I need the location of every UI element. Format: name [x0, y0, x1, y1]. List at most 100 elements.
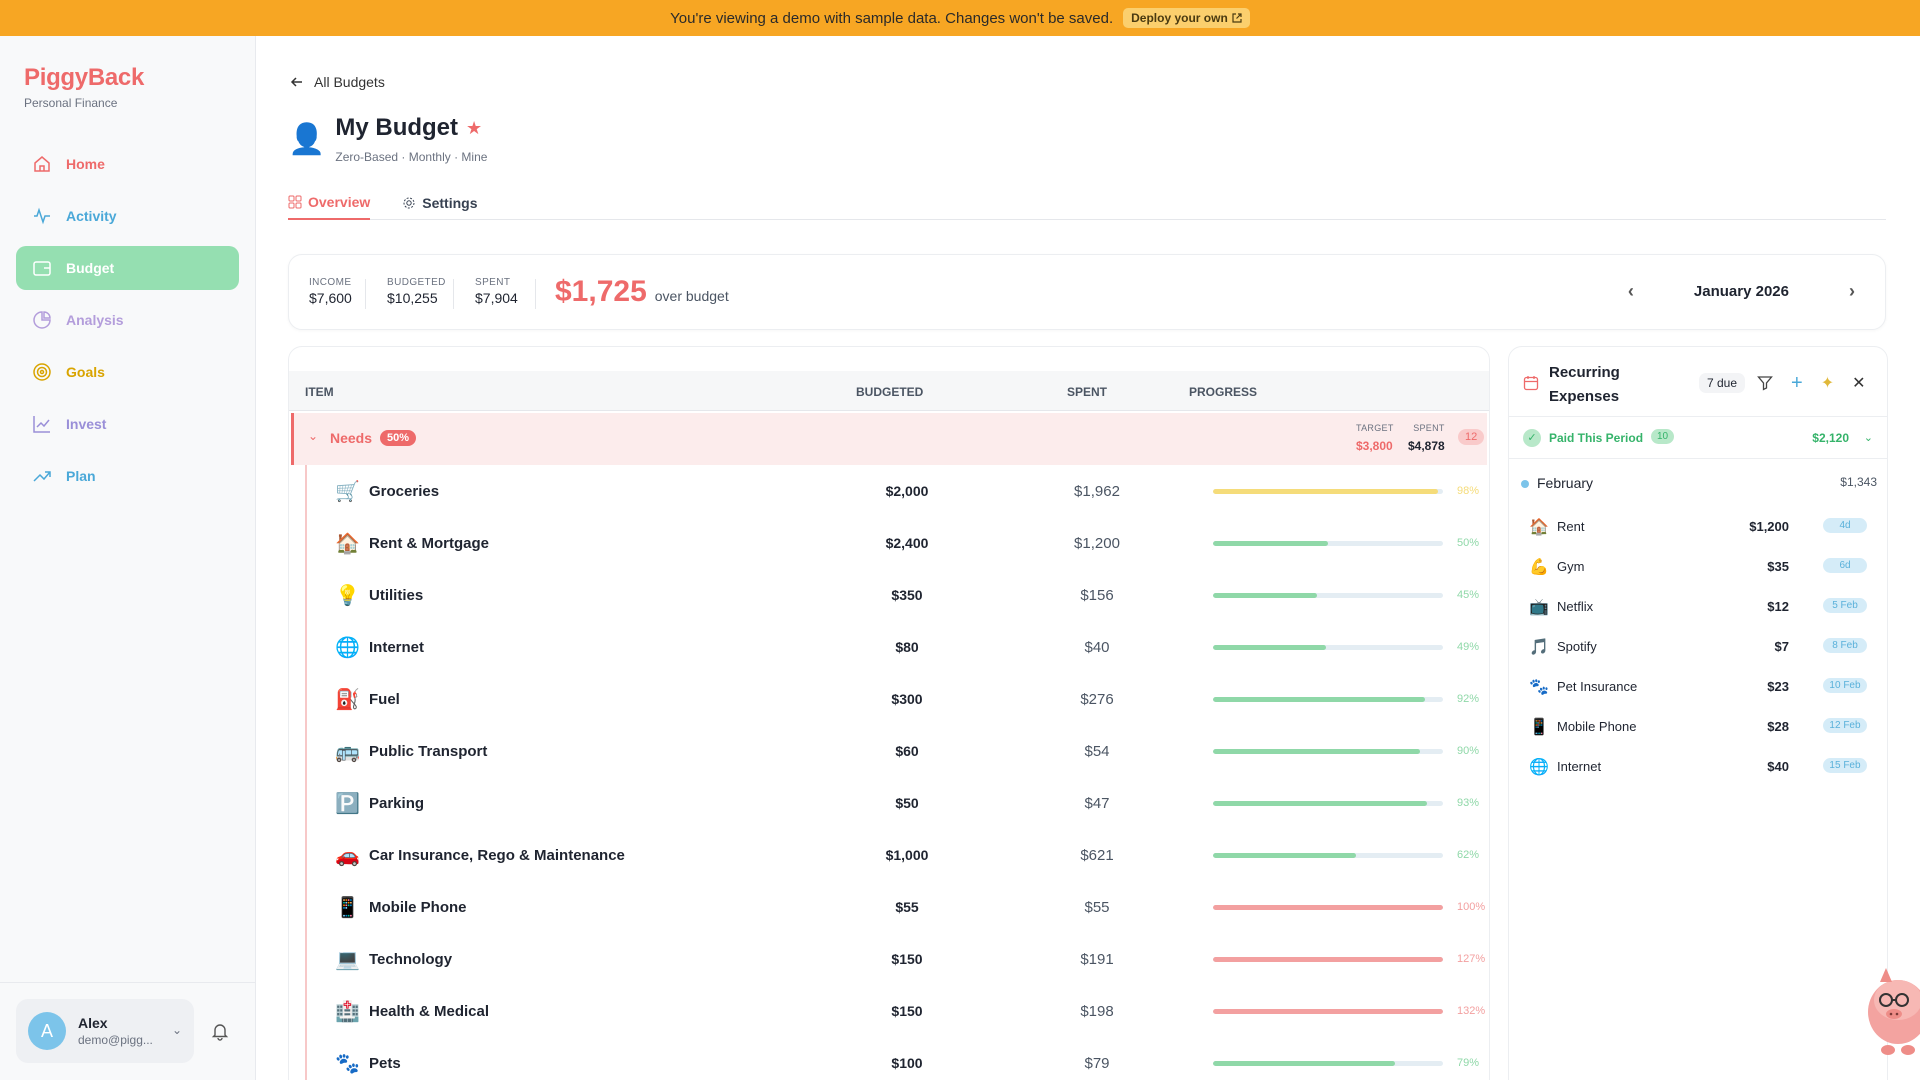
demo-banner-text: You're viewing a demo with sample data. …: [670, 9, 1114, 27]
month-group-total: $1,343: [1840, 475, 1877, 489]
recurring-item[interactable]: 📺 Netflix $12 5 Feb: [1529, 587, 1869, 627]
user-name: Alex: [78, 1015, 108, 1031]
table-row[interactable]: 🏥 Health & Medical $150 $198 132%: [307, 985, 1489, 1037]
table-row[interactable]: 🏠 Rent & Mortgage $2,400 $1,200 50%: [307, 517, 1489, 569]
sidebar-item-label: Goals: [66, 364, 105, 380]
budgeted-amount[interactable]: $50: [857, 795, 957, 811]
filter-icon[interactable]: [1757, 375, 1773, 391]
spent-amount: $55: [1084, 899, 1110, 916]
chevron-down-icon: ⌄: [1863, 432, 1873, 444]
recurring-item[interactable]: 💪 Gym $35 6d: [1529, 547, 1869, 587]
category-emoji-icon: 📱: [335, 897, 360, 919]
user-menu[interactable]: A Alex demo@pigg... ⌄: [16, 999, 194, 1063]
close-icon[interactable]: ✕: [1852, 373, 1865, 393]
budgeted-amount[interactable]: $2,400: [857, 535, 957, 551]
back-label: All Budgets: [314, 74, 385, 90]
sidebar-item-label: Invest: [66, 416, 107, 432]
chevron-down-icon: ⌄: [308, 429, 319, 443]
back-link[interactable]: All Budgets: [290, 74, 385, 90]
sidebar-item-plan[interactable]: Plan: [16, 454, 239, 498]
budgeted-label: BUDGETED: [387, 277, 446, 288]
sparkle-icon[interactable]: ✦: [1821, 373, 1834, 393]
chevron-left-icon[interactable]: ‹: [1628, 281, 1634, 302]
column-item: ITEM: [305, 385, 334, 399]
table-row[interactable]: ⛽ Fuel $300 $276 92%: [307, 673, 1489, 725]
deploy-button[interactable]: Deploy your own: [1123, 8, 1250, 28]
budgeted-amount[interactable]: $55: [857, 899, 957, 915]
budgeted-value: $10,255: [387, 290, 438, 306]
sidebar-item-label: Budget: [66, 260, 115, 276]
page-header: 👤 My Budget ★ Zero-Based · Monthly · Min…: [288, 114, 487, 164]
deploy-label: Deploy your own: [1131, 11, 1228, 25]
progress-percent: 50%: [1457, 537, 1480, 549]
column-budgeted: BUDGETED: [856, 385, 924, 399]
brand-name: PiggyBack: [24, 64, 145, 91]
recurring-emoji-icon: 🎵: [1529, 639, 1549, 656]
sidebar-item-home[interactable]: Home: [16, 142, 239, 186]
star-icon[interactable]: ★: [466, 118, 482, 139]
category-emoji-icon: 🐾: [335, 1053, 360, 1075]
recurring-item[interactable]: 🏠 Rent $1,200 4d: [1529, 507, 1869, 547]
month-dot: [1521, 480, 1529, 488]
spent-amount: $621: [1080, 847, 1114, 864]
sidebar-item-invest[interactable]: Invest: [16, 402, 239, 446]
group-spent-value: $4,878: [1408, 439, 1445, 453]
table-row[interactable]: 🌐 Internet $80 $40 49%: [307, 621, 1489, 673]
sidebar-item-budget[interactable]: Budget: [16, 246, 239, 290]
tab-overview-label: Overview: [308, 194, 371, 210]
spent-amount: $79: [1084, 1055, 1110, 1072]
budgeted-amount[interactable]: $350: [857, 587, 957, 603]
budgeted-amount[interactable]: $60: [857, 743, 957, 759]
budgeted-amount[interactable]: $150: [857, 1003, 957, 1019]
paid-this-period[interactable]: ✓ Paid This Period 10 $2,120 ⌄: [1509, 417, 1887, 459]
progress-percent: 62%: [1457, 849, 1480, 861]
tab-settings-label: Settings: [422, 195, 478, 211]
external-link-icon: [1232, 13, 1242, 23]
pig-mascot-icon[interactable]: [1858, 960, 1920, 1060]
recurring-emoji-icon: 🏠: [1529, 519, 1549, 536]
group-needs[interactable]: ⌄ Needs 50% TARGET $3,800 SPENT $4,878 1…: [291, 413, 1487, 465]
sidebar-item-activity[interactable]: Activity: [16, 194, 239, 238]
table-row[interactable]: 🛒 Groceries $2,000 $1,962 98%: [307, 465, 1489, 517]
recurring-item[interactable]: 🐾 Pet Insurance $23 10 Feb: [1529, 667, 1869, 707]
bell-icon[interactable]: [210, 1021, 230, 1041]
table-row[interactable]: 🚌 Public Transport $60 $54 90%: [307, 725, 1489, 777]
recurring-item[interactable]: 🎵 Spotify $7 8 Feb: [1529, 627, 1869, 667]
tab-overview[interactable]: Overview: [288, 186, 371, 220]
budgeted-amount[interactable]: $100: [857, 1055, 957, 1071]
group-name: Needs: [330, 430, 373, 446]
tab-settings[interactable]: Settings: [402, 186, 478, 220]
budgeted-amount[interactable]: $2,000: [857, 483, 957, 499]
table-row[interactable]: 💻 Technology $150 $191 127%: [307, 933, 1489, 985]
plus-icon[interactable]: +: [1791, 373, 1803, 393]
chevron-right-icon[interactable]: ›: [1849, 281, 1855, 302]
spent-amount: $1,200: [1074, 535, 1120, 552]
budgeted-stat: BUDGETED $10,255: [387, 277, 446, 306]
progress-bar: [1213, 1061, 1443, 1066]
over-budget: $1,725 over budget: [555, 275, 729, 309]
budgeted-amount[interactable]: $1,000: [857, 847, 957, 863]
table-row[interactable]: 🚗 Car Insurance, Rego & Maintenance $1,000…: [307, 829, 1489, 881]
table-row[interactable]: 🅿️ Parking $50 $47 93%: [307, 777, 1489, 829]
table-row[interactable]: 💡 Utilities $350 $156 45%: [307, 569, 1489, 621]
budgeted-amount[interactable]: $80: [857, 639, 957, 655]
group-spent-label: SPENT: [1413, 423, 1445, 433]
recurring-amount: $28: [1767, 719, 1789, 734]
progress-fill: [1213, 749, 1420, 754]
category-emoji-icon: 🌐: [335, 637, 360, 659]
recurring-item[interactable]: 📱 Mobile Phone $28 12 Feb: [1529, 707, 1869, 747]
sidebar-footer: A Alex demo@pigg... ⌄: [0, 982, 255, 1080]
budgeted-amount[interactable]: $300: [857, 691, 957, 707]
category-emoji-icon: 💡: [335, 585, 360, 607]
spent-label: SPENT: [475, 277, 511, 288]
progress-percent: 93%: [1457, 797, 1480, 809]
recurring-item[interactable]: 🌐 Internet $40 15 Feb: [1529, 747, 1869, 787]
sidebar-item-goals[interactable]: Goals: [16, 350, 239, 394]
budgeted-amount[interactable]: $150: [857, 951, 957, 967]
progress-fill: [1213, 697, 1425, 702]
calendar-icon: [1523, 376, 1539, 391]
table-row[interactable]: 🐾 Pets $100 $79 79%: [307, 1037, 1489, 1080]
progress-fill: [1213, 645, 1326, 650]
table-row[interactable]: 📱 Mobile Phone $55 $55 100%: [307, 881, 1489, 933]
sidebar-item-analysis[interactable]: Analysis: [16, 298, 239, 342]
